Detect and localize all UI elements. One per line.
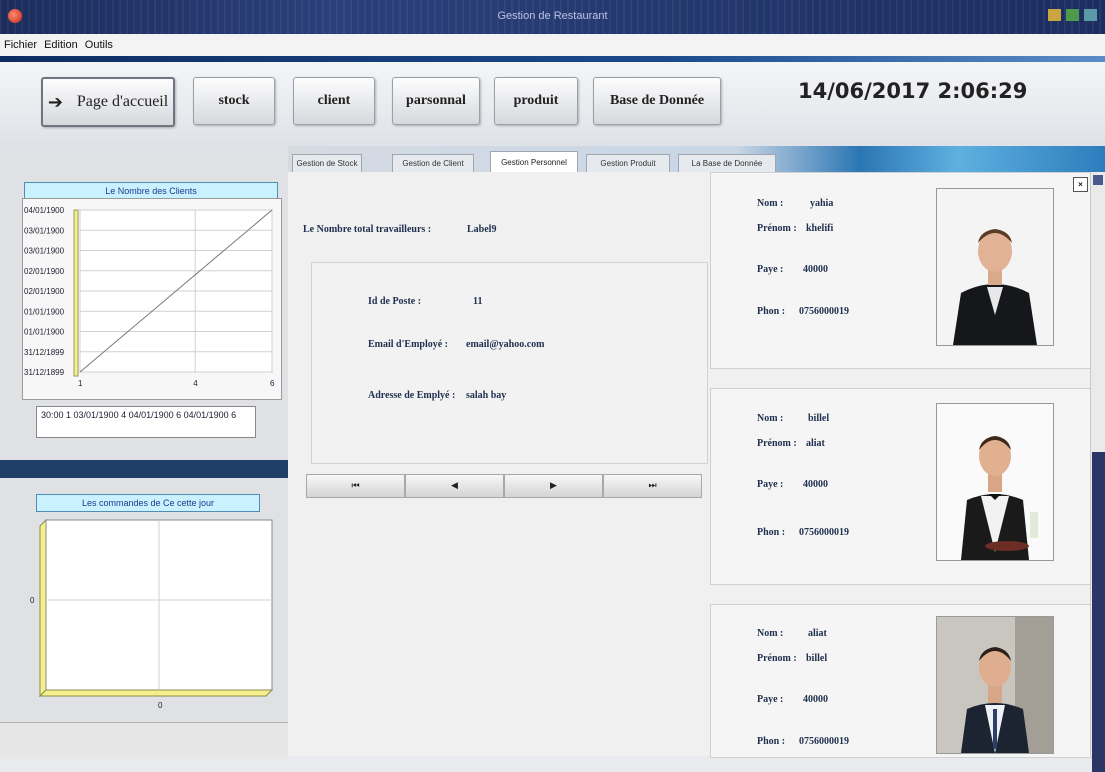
employee-photo [936,403,1054,561]
employee-paye-label: Paye : [757,694,784,705]
window-title: Gestion de Restaurant [497,10,608,22]
stock-button[interactable]: stock [193,77,275,125]
employee-nom-value: yahia [810,198,834,209]
employee-detail-box [311,262,708,464]
menu-fichier[interactable]: Fichier [4,39,37,51]
employee-prenom-label: Prénom : [757,223,797,234]
scrollbar-thumb[interactable] [1092,452,1105,772]
employee-photo [936,188,1054,346]
current-datetime: 14/06/2017 2:06:29 [798,79,1028,103]
y-axis-wall [73,209,79,377]
last-record-button[interactable]: ⏭ [603,474,702,498]
panel-divider [0,460,288,478]
address-value: salah bay [466,390,507,401]
window-title-bar: Gestion de Restaurant [0,0,1105,34]
menu-edition[interactable]: Edition [44,39,78,51]
database-button[interactable]: Base de Donnée [593,77,721,125]
next-record-button[interactable]: ▶ [504,474,603,498]
employee-paye-value: 40000 [803,694,828,705]
tab-personnel[interactable]: Gestion Personnel [490,151,578,173]
employee-paye-label: Paye : [757,479,784,490]
produit-button[interactable]: produit [494,77,578,125]
record-navigator: ⏮ ◀ ▶ ⏭ [306,474,702,498]
y-tick-label: 01/01/1900 [24,307,65,316]
maximize-icon[interactable] [1066,9,1079,21]
employee-paye-value: 40000 [803,479,828,490]
y-tick-label: 31/12/1899 [24,368,65,377]
email-value: email@yahoo.com [466,339,545,350]
tab-client[interactable]: Gestion de Client [392,154,474,172]
employee-phone-value: 0756000019 [799,306,849,317]
menu-bar: Fichier Edition Outils [0,34,1105,57]
y-tick-label: 04/01/1900 [24,206,65,215]
employee-phone-label: Phon : [757,527,786,538]
y-tick-label: 31/12/1899 [24,348,65,357]
personnel-button[interactable]: parsonnal [392,77,480,125]
employee-prenom-value: khelifi [806,223,834,234]
employee-nom-value: billel [808,413,830,424]
status-bar [0,722,288,757]
total-workers-label: Le Nombre total travailleurs : [303,224,432,235]
employee-phone-label: Phon : [757,736,786,747]
vertical-scrollbar[interactable] [1090,172,1105,772]
post-id-label: Id de Poste : [368,296,422,307]
menu-outils[interactable]: Outils [85,39,113,51]
y-tick-label: 01/01/1900 [24,328,65,337]
y-tick-label: 03/01/1900 [24,247,65,256]
previous-record-button[interactable]: ◀ [405,474,504,498]
employee-prenom-value: billel [806,653,828,664]
tab-database[interactable]: La Base de Donnée [678,154,776,172]
x-tick-label: 1 [78,379,83,388]
employee-nom-label: Nom : [757,413,784,424]
client-button[interactable]: client [293,77,375,125]
employee-nom-label: Nom : [757,198,784,209]
home-button[interactable]: ➔ Page d'accueil [41,77,175,127]
employee-phone-value: 0756000019 [799,527,849,538]
employee-paye-value: 40000 [803,264,828,275]
email-label: Email d'Employé : [368,339,449,350]
first-record-button[interactable]: ⏮ [306,474,405,498]
clients-chart-legend: 30:00 1 03/01/1900 4 04/01/1900 6 04/01/… [36,406,256,438]
home-button-label: Page d'accueil [76,93,169,110]
minimize-icon[interactable] [1048,9,1061,21]
scroll-up-icon[interactable] [1093,175,1103,185]
employee-phone-label: Phon : [757,306,786,317]
employee-nom-label: Nom : [757,628,784,639]
clients-line-chart: 04/01/1900 03/01/1900 03/01/1900 02/01/1900… [24,206,275,388]
employee-photo [936,616,1054,754]
tab-stock[interactable]: Gestion de Stock [292,154,362,172]
post-id-value: 11 [473,296,483,307]
y-tick-label: 03/01/1900 [24,226,65,235]
employee-prenom-label: Prénom : [757,438,797,449]
x-tick-label: 4 [193,379,198,388]
tab-produit[interactable]: Gestion Produit [586,154,670,172]
employee-nom-value: aliat [808,628,827,639]
orders-bar-chart: 00 [30,518,274,710]
x-axis-floor [38,689,274,697]
y-tick-label: 02/01/1900 [24,267,65,276]
close-icon[interactable] [1084,9,1097,21]
address-label: Adresse de Emplyé : [368,390,456,401]
employee-paye-label: Paye : [757,264,784,275]
arrow-right-icon: ➔ [47,91,63,113]
tab-strip: Gestion de Stock Gestion de Client Gesti… [288,146,1105,173]
y-tick-label: 02/01/1900 [24,287,65,296]
x-tick-label: 6 [270,379,275,388]
employee-prenom-label: Prénom : [757,653,797,664]
employee-prenom-value: aliat [806,438,825,449]
close-tab-icon[interactable]: × [1073,177,1088,192]
x-tick-label: 0 [158,701,163,710]
orders-chart-title: Les commandes de Ce cette jour [36,494,260,512]
total-workers-value: Label9 [467,224,497,235]
y-tick-label: 0 [30,596,35,605]
y-axis-wall [39,518,47,698]
main-toolbar: ➔ Page d'accueil stock client parsonnal … [0,62,1105,147]
employee-phone-value: 0756000019 [799,736,849,747]
